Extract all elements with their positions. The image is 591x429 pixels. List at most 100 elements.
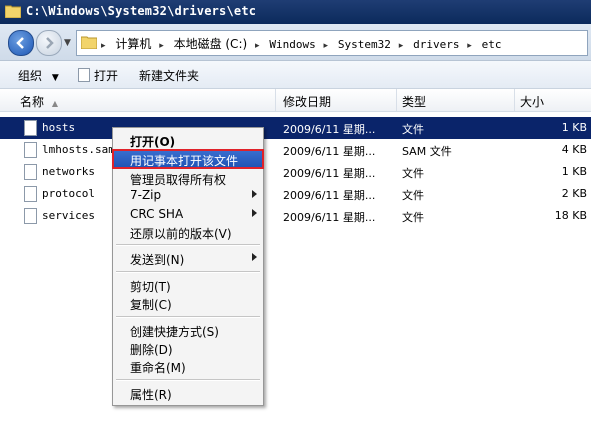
menu-separator (116, 244, 260, 246)
menu-item-open-with-notepad-label: 用记事本打开该文件 (130, 154, 239, 168)
file-icon (24, 208, 37, 224)
chevron-right-icon[interactable]: ▸ (399, 41, 404, 51)
menu-item-crc-sha-label: CRC SHA (130, 207, 184, 221)
file-name: services (42, 209, 95, 222)
file-icon (24, 142, 37, 158)
context-menu: 打开(O) 用记事本打开该文件 管理员取得所有权 7-Zip CRC SHA 还… (112, 127, 264, 406)
file-name: hosts (42, 121, 76, 134)
column-name-label: 名称 (20, 95, 45, 109)
submenu-arrow-icon (252, 190, 257, 198)
menu-item-create-shortcut[interactable]: 创建快捷方式(S) (113, 321, 263, 339)
column-divider[interactable] (275, 89, 276, 111)
sort-up-icon: ▲ (51, 99, 58, 108)
menu-item-7zip-label: 7-Zip (130, 188, 162, 202)
column-header-row: 名称 ▲ 修改日期 类型 大小 (0, 89, 591, 112)
open-button[interactable]: 打开 (78, 67, 118, 84)
file-icon (24, 164, 37, 180)
address-box[interactable]: ▸ 计算机 ▸ 本地磁盘 (C:) ▸ Windows ▸ System32 ▸… (76, 30, 588, 56)
table-row-lmhosts[interactable]: lmhosts.sam 2009/6/11 星期... SAM 文件 4 KB (0, 139, 591, 161)
breadcrumb-item-drivers[interactable]: drivers (413, 38, 459, 51)
file-modified: 2009/6/11 星期... (283, 189, 376, 202)
file-size: 1 KB (561, 121, 587, 134)
menu-item-copy[interactable]: 复制(C) (113, 294, 263, 312)
recent-pages-dropdown-icon[interactable]: ▼ (64, 38, 71, 48)
document-icon (78, 68, 90, 82)
menu-item-copy-label: 复制(C) (130, 298, 172, 312)
menu-item-open-label: 打开(O) (130, 135, 176, 149)
chevron-right-icon[interactable]: ▸ (324, 41, 329, 51)
new-folder-button[interactable]: 新建文件夹 (139, 67, 199, 84)
menu-item-restore-previous-label: 还原以前的版本(V) (130, 227, 232, 241)
menu-item-properties[interactable]: 属性(R) (113, 384, 263, 402)
file-size: 4 KB (561, 143, 587, 156)
organize-button[interactable]: 组织 ▼ (18, 67, 59, 84)
menu-item-cut-label: 剪切(T) (130, 280, 171, 294)
breadcrumb-item-drive[interactable]: 本地磁盘 (C:) (174, 37, 248, 51)
column-size[interactable]: 大小 (520, 93, 544, 110)
menu-separator (116, 379, 260, 381)
column-modified[interactable]: 修改日期 (283, 93, 331, 110)
column-type[interactable]: 类型 (402, 93, 426, 110)
chevron-right-icon[interactable]: ▸ (467, 41, 472, 51)
menu-item-properties-label: 属性(R) (130, 388, 172, 402)
menu-item-7zip[interactable]: 7-Zip (113, 186, 263, 204)
file-size: 1 KB (561, 165, 587, 178)
file-icon (24, 120, 37, 136)
table-row-hosts[interactable]: hosts 2009/6/11 星期... 文件 1 KB (0, 117, 591, 139)
forward-arrow-icon (46, 37, 54, 49)
file-modified: 2009/6/11 星期... (283, 211, 376, 224)
chevron-right-icon[interactable]: ▸ (255, 41, 260, 51)
menu-item-rename-label: 重命名(M) (130, 361, 186, 375)
menu-item-cut[interactable]: 剪切(T) (113, 276, 263, 294)
menu-item-delete[interactable]: 删除(D) (113, 339, 263, 357)
breadcrumb-item-computer[interactable]: 计算机 (115, 37, 151, 51)
address-bar-area: ▼ ▸ 计算机 ▸ 本地磁盘 (C:) ▸ Windows ▸ System32… (0, 24, 591, 61)
column-name[interactable]: 名称 ▲ (20, 93, 58, 110)
menu-item-open-with-notepad[interactable]: 用记事本打开该文件 (112, 149, 264, 169)
title-bar: C:\Windows\System32\drivers\etc (0, 0, 591, 24)
column-divider[interactable] (514, 89, 515, 111)
file-modified: 2009/6/11 星期... (283, 145, 376, 158)
command-toolbar: 组织 ▼ 打开 新建文件夹 (0, 61, 591, 89)
menu-item-take-ownership[interactable]: 管理员取得所有权 (113, 169, 263, 187)
table-row-services[interactable]: services 2009/6/11 星期... 文件 18 KB (0, 205, 591, 227)
chevron-right-icon[interactable]: ▸ (159, 41, 164, 51)
forward-button[interactable] (36, 30, 62, 56)
file-type: 文件 (402, 189, 424, 202)
menu-item-create-shortcut-label: 创建快捷方式(S) (130, 325, 219, 339)
table-row-networks[interactable]: networks 2009/6/11 星期... 文件 1 KB (0, 161, 591, 183)
menu-item-restore-previous[interactable]: 还原以前的版本(V) (113, 223, 263, 241)
file-size: 18 KB (554, 209, 587, 222)
window-title: C:\Windows\System32\drivers\etc (26, 4, 257, 18)
open-label: 打开 (94, 69, 119, 83)
menu-item-crc-sha[interactable]: CRC SHA (113, 205, 263, 223)
folder-icon (81, 36, 97, 49)
file-icon (24, 186, 37, 202)
file-name: lmhosts.sam (42, 143, 115, 156)
breadcrumb-item-etc[interactable]: etc (482, 38, 502, 51)
file-name: protocol (42, 187, 95, 200)
file-type: 文件 (402, 211, 424, 224)
file-modified: 2009/6/11 星期... (283, 167, 376, 180)
breadcrumb-item-windows[interactable]: Windows (269, 38, 315, 51)
menu-item-open[interactable]: 打开(O) (113, 131, 263, 149)
menu-item-send-to-label: 发送到(N) (130, 253, 185, 267)
back-button[interactable] (8, 30, 34, 56)
file-type: 文件 (402, 123, 424, 136)
menu-item-send-to[interactable]: 发送到(N) (113, 249, 263, 267)
column-divider[interactable] (396, 89, 397, 111)
chevron-down-icon: ▼ (51, 73, 59, 83)
file-type: 文件 (402, 167, 424, 180)
file-name: networks (42, 165, 95, 178)
table-row-protocol[interactable]: protocol 2009/6/11 星期... 文件 2 KB (0, 183, 591, 205)
file-type: SAM 文件 (402, 145, 452, 158)
file-modified: 2009/6/11 星期... (283, 123, 376, 136)
menu-separator (116, 271, 260, 273)
menu-item-rename[interactable]: 重命名(M) (113, 357, 263, 375)
file-size: 2 KB (561, 187, 587, 200)
folder-icon (5, 5, 21, 18)
breadcrumb: ▸ 计算机 ▸ 本地磁盘 (C:) ▸ Windows ▸ System32 ▸… (101, 35, 506, 52)
submenu-arrow-icon (252, 253, 257, 261)
breadcrumb-item-system32[interactable]: System32 (338, 38, 391, 51)
chevron-right-icon[interactable]: ▸ (101, 41, 106, 51)
